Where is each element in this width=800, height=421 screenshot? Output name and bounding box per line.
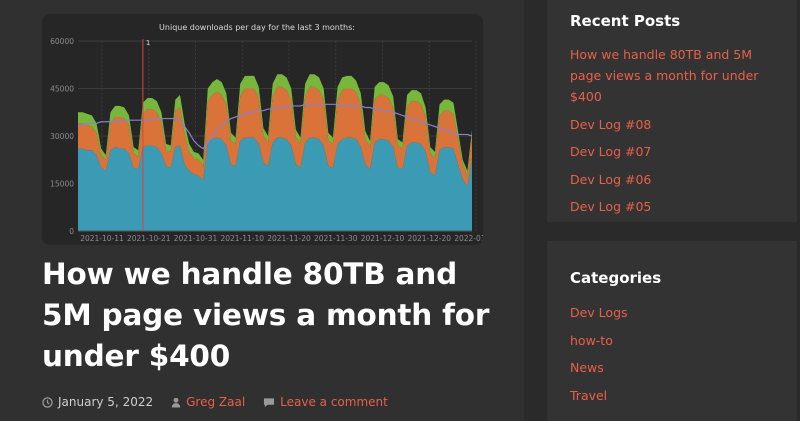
x-tick-label: 2021-11-20 <box>267 234 311 243</box>
user-icon <box>171 397 181 408</box>
chart-title: Unique downloads per day for the last 3 … <box>159 23 355 32</box>
categories-list: Dev Logs how-to News Travel <box>570 302 780 412</box>
recent-post-link[interactable]: Dev Log #07 <box>570 141 780 162</box>
recent-post-link[interactable]: How we handle 80TB and 5M page views a m… <box>570 44 780 107</box>
recent-posts-list: How we handle 80TB and 5M page views a m… <box>570 44 780 224</box>
recent-post-link[interactable]: Dev Log #05 <box>570 196 780 217</box>
post-title[interactable]: How we handle 80TB and 5M page views a m… <box>42 254 512 377</box>
recent-post-link[interactable]: Dev Log #08 <box>570 114 780 135</box>
category-link[interactable]: how-to <box>570 330 780 351</box>
event-marker-label: 1 <box>146 39 150 47</box>
x-tick-label: 2021-12-20 <box>407 234 451 243</box>
post-author: Greg Zaal <box>171 395 245 409</box>
category-link[interactable]: News <box>570 357 780 378</box>
post-comments: Leave a comment <box>263 395 388 409</box>
downloads-chart: Unique downloads per day for the last 3 … <box>42 14 483 245</box>
x-tick-label: 2021-11-10 <box>220 234 264 243</box>
author-link[interactable]: Greg Zaal <box>186 395 245 409</box>
categories-title: Categories <box>570 269 662 287</box>
x-tick-label: 2021-10-11 <box>80 234 124 243</box>
post-date: January 5, 2022 <box>42 395 153 409</box>
leave-comment-link[interactable]: Leave a comment <box>280 395 388 409</box>
x-tick-label: 2021-11-30 <box>314 234 358 243</box>
recent-posts-widget: Recent Posts How we handle 80TB and 5M p… <box>547 0 797 222</box>
y-tick-label: 0 <box>69 227 74 236</box>
category-link[interactable]: Dev Logs <box>570 302 780 323</box>
layout-gutter <box>524 0 547 421</box>
recent-post-link[interactable]: Dev Log #06 <box>570 169 780 190</box>
y-tick-label: 30000 <box>50 132 74 141</box>
recent-posts-title: Recent Posts <box>570 12 681 30</box>
post-date-text: January 5, 2022 <box>58 395 154 409</box>
main-content: Unique downloads per day for the last 3 … <box>0 0 524 421</box>
chart-svg: Unique downloads per day for the last 3 … <box>50 23 483 243</box>
y-tick-label: 60000 <box>50 37 74 46</box>
categories-widget: Categories Dev Logs how-to News Travel <box>547 241 797 421</box>
x-tick-label: 2021-12-10 <box>361 234 405 243</box>
post-meta: January 5, 2022 Greg Zaal Leave a commen… <box>42 395 406 409</box>
x-tick-label: 2021-10-21 <box>127 234 171 243</box>
y-tick-label: 15000 <box>50 180 74 189</box>
y-tick-label: 45000 <box>50 85 74 94</box>
clock-icon <box>42 396 53 408</box>
comment-icon <box>263 397 275 408</box>
category-link[interactable]: Travel <box>570 385 780 406</box>
x-tick-label: 2021-10-31 <box>174 234 218 243</box>
x-tick-label: 2022-01-03 <box>454 234 483 243</box>
